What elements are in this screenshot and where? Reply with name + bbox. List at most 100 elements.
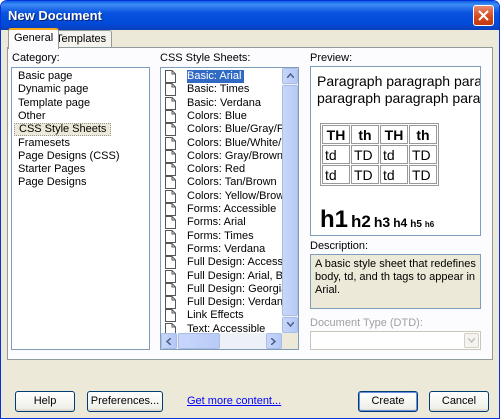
chevron-down-icon — [468, 338, 475, 343]
css-sheet-item[interactable]: Colors: Tan/Brown — [164, 176, 282, 190]
css-sheet-label: Basic: Times — [187, 83, 250, 96]
document-icon — [165, 242, 176, 256]
preview-table-header-row: TH th TH th — [322, 125, 437, 144]
document-icon — [165, 256, 176, 270]
css-sheet-label: Forms: Arial — [187, 216, 246, 229]
category-item[interactable]: CSS Style Sheets — [14, 123, 112, 137]
css-sheet-label: Colors: Gray/Brown — [187, 149, 282, 162]
create-button[interactable]: Create — [358, 391, 418, 412]
css-sheet-label: Basic: Arial — [187, 70, 245, 83]
css-sheet-item[interactable]: Colors: Red — [164, 163, 282, 177]
css-style-sheets-list[interactable]: Text: Accessible Link Effects Full Design:… — [160, 67, 299, 350]
css-sheet-label: Colors: Blue/White/Yell — [187, 136, 282, 149]
category-item[interactable]: Framesets — [14, 137, 74, 150]
document-icon — [165, 309, 176, 323]
document-icon — [165, 123, 176, 137]
css-sheet-label: Colors: Tan/Brown — [187, 176, 277, 189]
category-item[interactable]: Page Designs (CSS) — [14, 150, 124, 163]
css-sheet-item[interactable]: Forms: Accessible — [164, 203, 282, 216]
category-item[interactable]: Dynamic page — [14, 83, 92, 96]
preview-h2: h2 — [351, 212, 371, 231]
css-sheet-label: Colors: Red — [187, 163, 246, 176]
preview-td: td — [322, 165, 350, 184]
document-icon — [165, 189, 176, 203]
css-sheet-item[interactable]: Colors: Yellow/Brown — [164, 189, 282, 203]
preview-td: TD — [409, 145, 437, 164]
close-icon — [478, 10, 489, 21]
document-icon — [165, 203, 176, 216]
css-list-horizontal-scrollbar[interactable] — [161, 333, 282, 349]
preview-td: td — [322, 145, 350, 164]
get-more-content-link[interactable]: Get more content... — [187, 395, 281, 407]
css-sheet-label: Forms: Verdana — [187, 242, 266, 255]
category-list[interactable]: Basic page Dynamic page Template page Other… — [11, 67, 150, 350]
css-sheet-item[interactable]: Colors: Gray/Brown — [164, 149, 282, 163]
description-label: Description: — [310, 240, 369, 252]
document-icon — [165, 96, 176, 110]
css-sheet-label: Full Design: Arial, Blue/ — [187, 269, 282, 282]
scroll-down-button[interactable] — [282, 317, 298, 333]
preview-td: TD — [351, 165, 379, 184]
css-sheet-item[interactable]: Basic: Verdana — [164, 96, 282, 110]
tab-general[interactable]: General — [8, 28, 60, 49]
category-item[interactable]: Page Designs — [14, 176, 91, 189]
css-sheet-item[interactable]: Full Design: Accessible — [164, 256, 282, 270]
scroll-up-button[interactable] — [282, 68, 298, 84]
css-sheet-item[interactable]: Colors: Blue — [164, 109, 282, 123]
css-sheet-label: Colors: Yellow/Brown — [187, 189, 282, 202]
css-sheet-item[interactable]: Forms: Arial — [164, 216, 282, 230]
document-icon — [165, 83, 176, 97]
scroll-right-button[interactable] — [266, 333, 282, 349]
preview-th: th — [351, 125, 379, 144]
document-icon — [165, 269, 176, 283]
category-item[interactable]: Starter Pages — [14, 163, 89, 176]
css-sheet-label: Link Effects — [187, 309, 244, 322]
document-type-dropdown-button[interactable] — [464, 333, 479, 348]
document-type-select[interactable] — [310, 331, 481, 350]
css-sheet-item[interactable]: Forms: Times — [164, 229, 282, 243]
arrow-up-icon — [287, 73, 294, 78]
css-sheet-label: Full Design: Georgia, Re — [187, 282, 282, 295]
help-button[interactable]: Help — [15, 391, 75, 412]
css-sheet-label: Colors: Blue — [187, 109, 247, 122]
preview-table: TH th TH th td TD td TD td TD td TD — [320, 123, 439, 186]
category-item[interactable]: Template page — [14, 97, 94, 110]
css-sheet-item[interactable]: Full Design: Arial, Blue/ — [164, 269, 282, 283]
preview-h1: h1 — [320, 206, 349, 233]
preview-label: Preview: — [310, 52, 353, 64]
category-label: Category: — [12, 52, 60, 64]
css-sheet-item[interactable]: Full Design: Verdana, Y — [164, 296, 282, 310]
css-sheet-item[interactable]: Basic: Arial — [164, 70, 282, 83]
css-sheet-item[interactable]: Colors: Blue/White/Yell — [164, 136, 282, 150]
preview-td: TD — [409, 165, 437, 184]
preview-table-row: td TD td TD — [322, 165, 437, 184]
document-icon — [165, 70, 176, 83]
preview-paragraph-line-1: Paragraph paragraph parag — [317, 73, 481, 89]
category-item[interactable]: Basic page — [14, 70, 76, 83]
css-sheet-item[interactable]: Forms: Verdana — [164, 242, 282, 256]
document-icon — [165, 282, 176, 296]
css-sheet-item[interactable]: Link Effects — [164, 309, 282, 323]
css-sheet-item[interactable]: Basic: Times — [164, 83, 282, 97]
css-list-vertical-scrollbar[interactable] — [282, 68, 298, 333]
category-item[interactable]: Other — [14, 110, 50, 123]
css-sheet-item[interactable]: Full Design: Georgia, Re — [164, 282, 282, 296]
close-button[interactable] — [473, 5, 494, 26]
preview-h5: h5 — [410, 219, 422, 230]
scroll-thumb[interactable] — [282, 85, 298, 316]
cancel-button[interactable]: Cancel — [429, 391, 489, 412]
preview-th: th — [409, 125, 437, 144]
new-document-dialog: New Document General Templates Category:… — [0, 0, 500, 419]
css-sheet-item[interactable]: Colors: Blue/Gray/Purp — [164, 123, 282, 137]
preferences-button[interactable]: Preferences... — [87, 391, 163, 412]
css-sheet-label: Forms: Accessible — [187, 203, 277, 215]
title-bar[interactable]: New Document — [1, 1, 499, 30]
scroll-left-button[interactable] — [161, 333, 177, 349]
window-title: New Document — [8, 8, 102, 23]
css-sheet-label: Forms: Times — [187, 229, 254, 242]
css-sheet-label: Colors: Blue/Gray/Purp — [187, 123, 282, 136]
document-icon — [165, 136, 176, 150]
horizontal-scroll-thumb[interactable] — [178, 333, 220, 349]
preview-td: td — [380, 165, 408, 184]
document-icon — [165, 176, 176, 190]
